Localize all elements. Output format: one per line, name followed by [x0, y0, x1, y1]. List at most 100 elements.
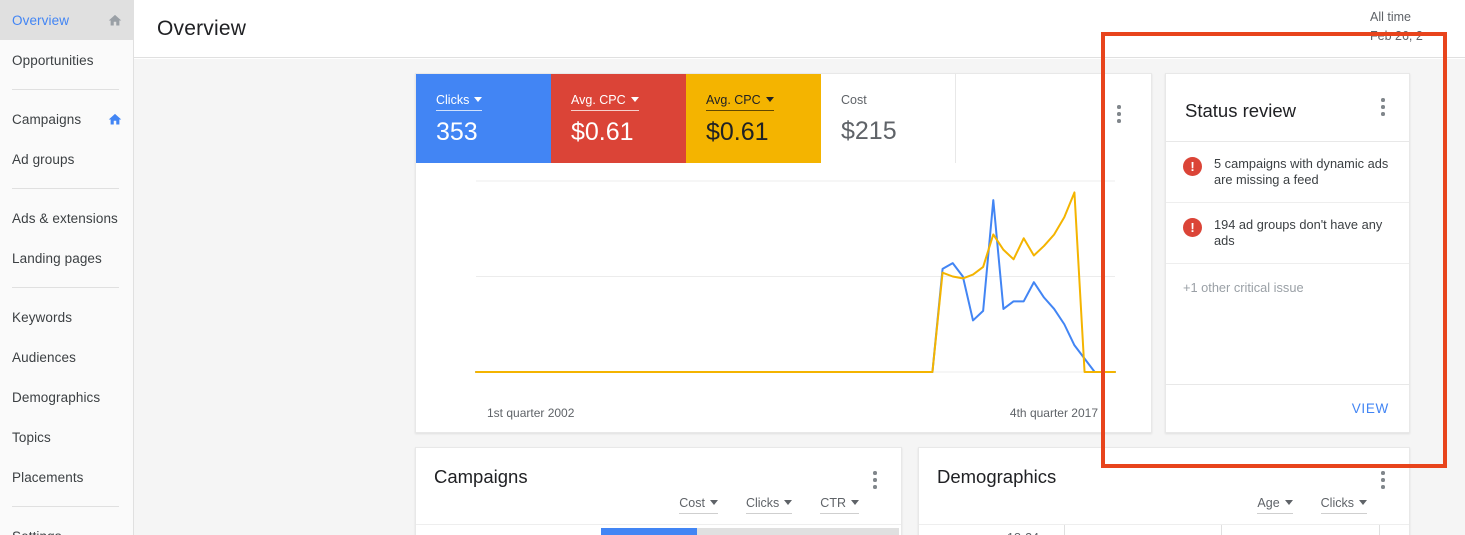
- scorecard-metric-selector: Cost: [841, 93, 867, 110]
- sidebar-item-keywords[interactable]: Keywords: [0, 297, 133, 337]
- chevron-down-icon: [474, 97, 483, 102]
- sidebar-item-audiences[interactable]: Audiences: [0, 337, 133, 377]
- scorecard-metric-selector[interactable]: Clicks: [436, 93, 483, 111]
- campaign-bar-track: [601, 528, 899, 535]
- metric-label: CTR: [820, 496, 846, 510]
- dashboard-content: Clicks 353 Avg. CPC $0.61 Avg. CPC $0.61 Cost $…: [134, 59, 1465, 535]
- chevron-down-icon: [1359, 500, 1367, 505]
- campaigns-metric-ctr[interactable]: CTR: [820, 496, 859, 514]
- sidebar-item-campaigns[interactable]: Campaigns: [0, 99, 133, 139]
- status-issue-text: 5 campaigns with dynamic ads are missing…: [1214, 156, 1389, 187]
- sidebar-item-opportunities[interactable]: Opportunities: [0, 40, 133, 80]
- sidebar-item-label: Ads & extensions: [12, 210, 118, 226]
- sidebar-item-label: Opportunities: [12, 52, 94, 68]
- chevron-down-icon: [765, 97, 774, 102]
- sidebar-divider: [12, 89, 119, 90]
- view-button[interactable]: VIEW: [1352, 401, 1389, 416]
- sidebar-divider: [12, 188, 119, 189]
- sidebar-item-landing-pages[interactable]: Landing pages: [0, 238, 133, 278]
- demographics-row: 18-24: [919, 525, 1409, 535]
- performance-chart-card: Clicks 353 Avg. CPC $0.61 Avg. CPC $0.61 Cost $…: [415, 73, 1152, 433]
- scorecard-metric-selector[interactable]: Avg. CPC: [706, 93, 774, 111]
- home-icon: [107, 112, 123, 127]
- status-review-header: Status review: [1166, 74, 1409, 142]
- column-divider: [1379, 525, 1380, 535]
- sidebar-item-demographics[interactable]: Demographics: [0, 377, 133, 417]
- chart-x-axis-end-label: 4th quarter 2017: [1009, 406, 1098, 420]
- date-range-label: All time: [1370, 10, 1411, 24]
- performance-line-chart: 1st quarter 2002 4th quarter 2017: [416, 163, 1153, 434]
- status-issue-item[interactable]: ! 5 campaigns with dynamic ads are missin…: [1166, 142, 1409, 203]
- google-ads-overview-page: Overview Opportunities Campaigns Ad groups A…: [0, 0, 1465, 535]
- scorecard-avg-cpc-1[interactable]: Avg. CPC $0.61: [551, 74, 686, 163]
- scorecard-label: Avg. CPC: [571, 93, 626, 107]
- chart-series-line: [475, 191, 1116, 373]
- chevron-down-icon: [630, 97, 639, 102]
- sidebar-item-label: Demographics: [12, 389, 101, 405]
- sidebar-item-placements[interactable]: Placements: [0, 457, 133, 497]
- sidebar-item-label: Landing pages: [12, 250, 102, 266]
- demographics-metric-age[interactable]: Age: [1257, 496, 1293, 514]
- campaigns-metric-selectors: Cost Clicks CTR: [679, 496, 859, 514]
- campaigns-card-title: Campaigns: [434, 466, 528, 487]
- chevron-down-icon: [851, 500, 859, 505]
- column-divider: [1064, 525, 1065, 535]
- status-issue-text: 194 ad groups don't have any ads: [1214, 217, 1383, 248]
- campaigns-metric-cost[interactable]: Cost: [679, 496, 718, 514]
- status-review-card: Status review ! 5 campaigns with dynamic …: [1165, 73, 1410, 433]
- column-divider: [1221, 525, 1222, 535]
- metric-label: Age: [1257, 496, 1280, 510]
- scorecard-clicks-0[interactable]: Clicks 353: [416, 74, 551, 163]
- error-icon: !: [1183, 218, 1202, 237]
- error-icon: !: [1183, 157, 1202, 176]
- demographics-card-kebab-menu-icon[interactable]: [1373, 470, 1393, 492]
- sidebar-item-ad-groups[interactable]: Ad groups: [0, 139, 133, 179]
- sidebar-item-topics[interactable]: Topics: [0, 417, 133, 457]
- chart-x-axis-start-label: 1st quarter 2002: [487, 406, 575, 420]
- sidebar-item-label: Ad groups: [12, 151, 75, 167]
- chart-series-line: [475, 199, 1116, 373]
- scorecard-value: 353: [436, 118, 478, 146]
- demographics-age-bucket: 18-24: [1007, 531, 1039, 535]
- metric-label: Clicks: [1320, 496, 1354, 510]
- sidebar-item-label: Campaigns: [12, 111, 82, 127]
- demographics-card-title: Demographics: [937, 466, 1057, 487]
- scorecard-value: $215: [841, 117, 897, 145]
- scorecard-avg-cpc-2[interactable]: Avg. CPC $0.61: [686, 74, 821, 163]
- sidebar-navigation: Overview Opportunities Campaigns Ad groups A…: [0, 0, 134, 535]
- scorecard-label: Cost: [841, 93, 867, 107]
- campaigns-metric-clicks[interactable]: Clicks: [745, 496, 793, 514]
- campaign-bar-fill: [601, 528, 697, 535]
- date-range-selector[interactable]: All time Feb 26, 2: [1370, 8, 1460, 46]
- status-issue-list: ! 5 campaigns with dynamic ads are missin…: [1166, 142, 1409, 264]
- other-critical-issues-text: +1 other critical issue: [1183, 280, 1304, 295]
- scorecard-label: Avg. CPC: [706, 93, 761, 107]
- sidebar-item-label: Settings: [12, 529, 123, 535]
- campaigns-card-body: [416, 524, 901, 535]
- scorecard-value: $0.61: [571, 118, 634, 146]
- sidebar-item-label: Placements: [12, 469, 84, 485]
- metric-label: Clicks: [745, 496, 780, 510]
- campaigns-card: Campaigns Cost Clicks CTR: [415, 447, 902, 535]
- sidebar-divider: [12, 506, 119, 507]
- demographics-metric-selectors: Age Clicks: [1257, 496, 1367, 514]
- chevron-down-icon: [784, 500, 793, 505]
- chart-svg: [475, 180, 1116, 373]
- chart-card-kebab-menu-icon[interactable]: [1109, 104, 1129, 126]
- metric-label: Cost: [679, 496, 705, 510]
- campaigns-card-kebab-menu-icon[interactable]: [865, 470, 885, 492]
- chevron-down-icon: [1284, 500, 1293, 505]
- sidebar-item-overview[interactable]: Overview: [0, 0, 133, 40]
- demographics-card: Demographics Age Clicks 18-24: [918, 447, 1410, 535]
- status-review-footer: VIEW: [1166, 384, 1409, 432]
- sidebar-item-ads-extensions[interactable]: Ads & extensions: [0, 198, 133, 238]
- page-header: Overview All time Feb 26, 2: [134, 0, 1465, 58]
- status-issue-item[interactable]: ! 194 ad groups don't have any ads: [1166, 203, 1409, 264]
- sidebar-item-settings[interactable]: Settings: [0, 516, 133, 535]
- demographics-metric-clicks[interactable]: Clicks: [1320, 496, 1367, 514]
- scorecard-strip: Clicks 353 Avg. CPC $0.61 Avg. CPC $0.61 Cost $…: [416, 74, 1151, 163]
- status-review-title: Status review: [1185, 100, 1297, 121]
- scorecard-metric-selector[interactable]: Avg. CPC: [571, 93, 639, 111]
- sidebar-item-label: Overview: [12, 12, 70, 28]
- status-review-kebab-menu-icon[interactable]: [1373, 97, 1393, 119]
